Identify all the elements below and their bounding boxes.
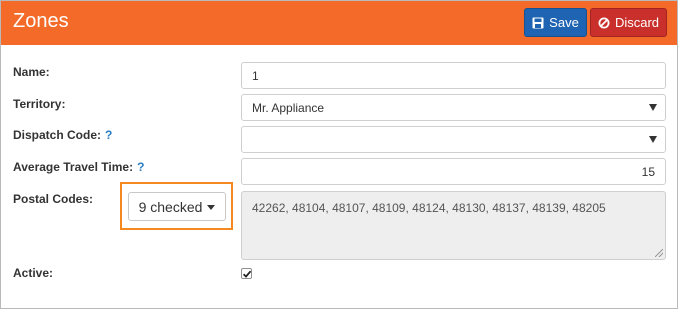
postal-codes-highlight: 9 checked [120, 182, 233, 230]
save-button[interactable]: Save [524, 8, 587, 37]
active-checkbox[interactable] [241, 268, 252, 279]
territory-label: Territory: [13, 97, 66, 111]
avg-travel-time-value: 15 [641, 164, 655, 179]
panel-header: Zones Save Discard [1, 1, 677, 45]
postal-codes-textarea[interactable]: 42262, 48104, 48107, 48109, 48124, 48130… [241, 191, 666, 260]
floppy-disk-icon [532, 17, 544, 29]
check-icon [242, 270, 252, 278]
postal-codes-dropdown-label: 9 checked [138, 198, 203, 215]
territory-select[interactable]: Mr. Appliance [241, 94, 666, 121]
discard-button-label: Discard [614, 15, 660, 30]
dispatch-code-label: Dispatch Code:? [13, 128, 112, 142]
name-value: 1 [252, 68, 259, 83]
territory-value: Mr. Appliance [252, 100, 325, 115]
chevron-down-icon [649, 136, 657, 143]
postal-codes-value: 42262, 48104, 48107, 48109, 48124, 48130… [252, 201, 606, 215]
dispatch-code-select[interactable] [241, 126, 666, 153]
discard-button[interactable]: Discard [590, 8, 667, 37]
name-label: Name: [13, 65, 50, 79]
zones-panel: Zones Save Discard Name: 1 Territory: Mr… [0, 0, 678, 309]
active-label: Active: [13, 266, 54, 280]
dispatch-code-help-icon[interactable]: ? [105, 128, 112, 142]
postal-codes-label: Postal Codes: [13, 192, 94, 206]
save-button-label: Save [549, 15, 579, 30]
resize-handle-icon[interactable] [655, 249, 663, 257]
avg-travel-time-label: Average Travel Time:? [13, 160, 144, 174]
avg-travel-time-field[interactable]: 15 [241, 158, 666, 185]
ban-circle-icon [598, 17, 610, 29]
avg-travel-time-help-icon[interactable]: ? [137, 160, 144, 174]
page-title: Zones [13, 10, 69, 32]
dispatch-code-label-text: Dispatch Code: [13, 128, 102, 142]
caret-down-icon [207, 205, 216, 210]
postal-codes-dropdown-button[interactable]: 9 checked [128, 192, 226, 221]
chevron-down-icon [649, 104, 657, 111]
avg-travel-time-label-text: Average Travel Time: [13, 160, 134, 174]
name-field[interactable]: 1 [241, 62, 666, 89]
